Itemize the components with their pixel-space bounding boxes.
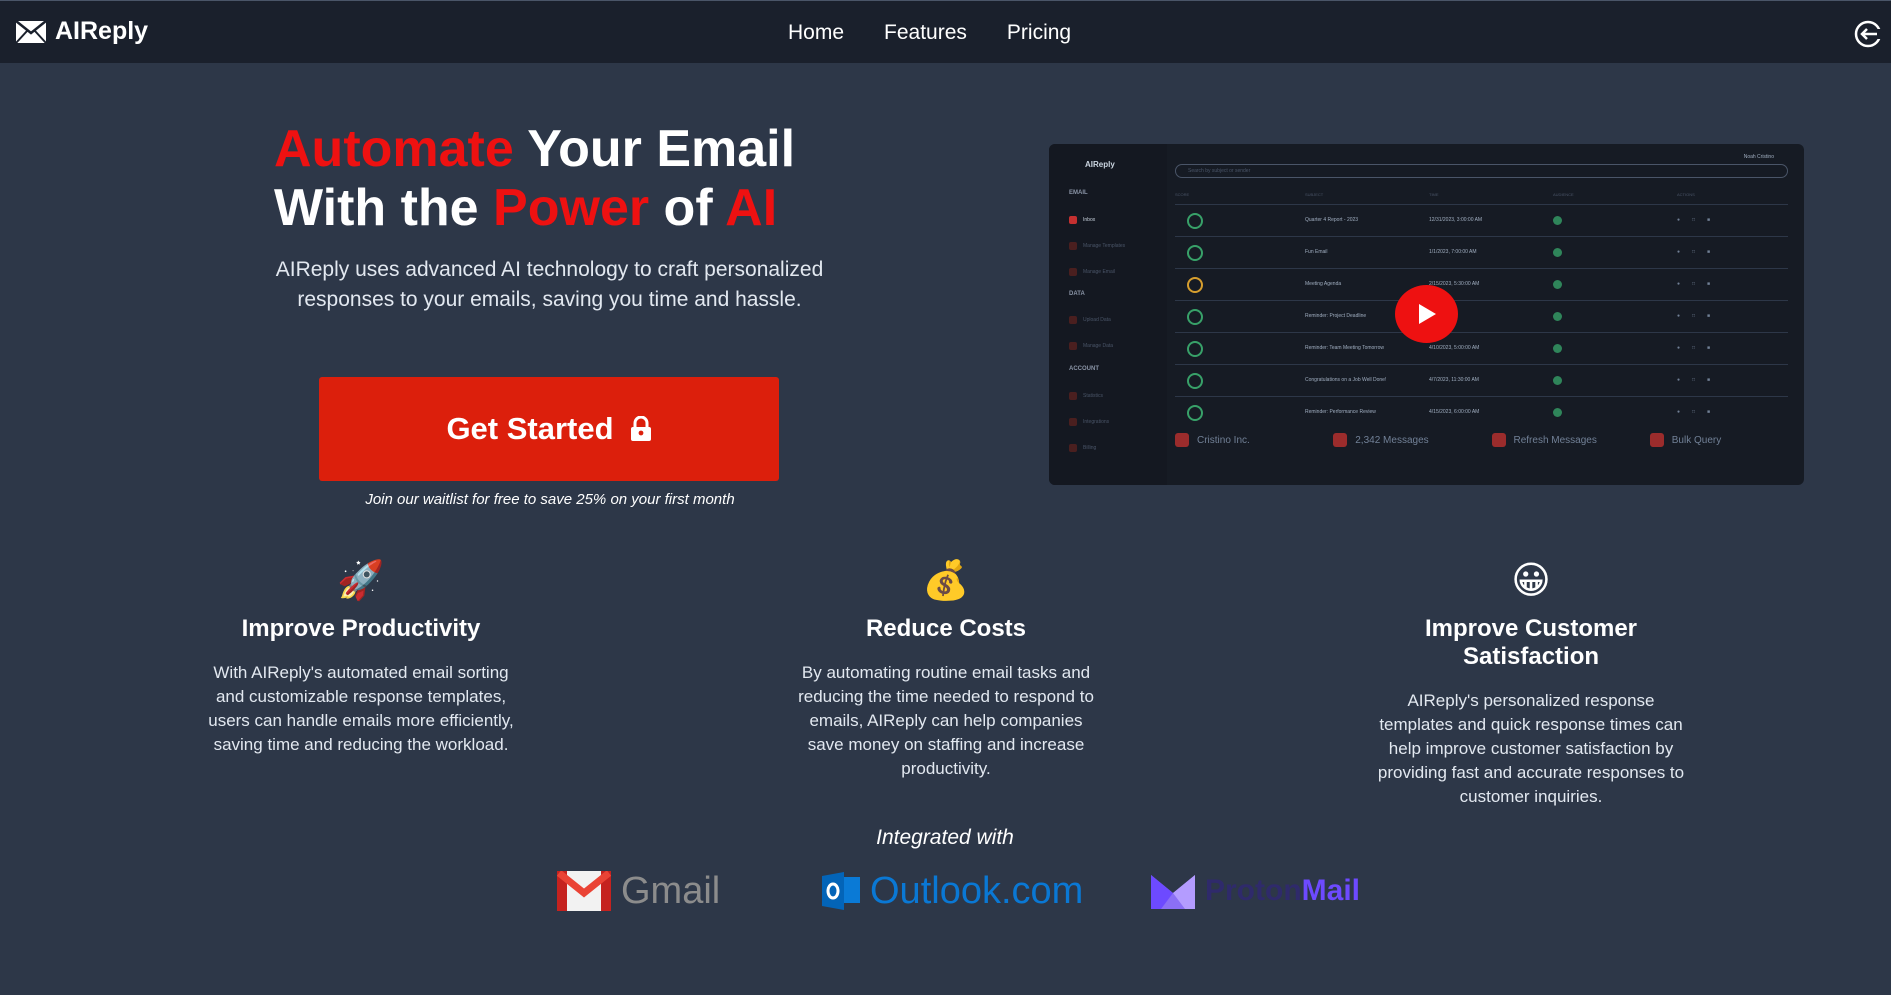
- preview-item-templates: Manage Templates: [1069, 242, 1125, 250]
- play-button[interactable]: [1395, 285, 1458, 343]
- preview-footer-messages: 2,342 Messages: [1333, 430, 1471, 450]
- integration-logos: Gmail Outlook.com ProtonMail: [0, 866, 1891, 916]
- preview-section-data: DATA: [1069, 291, 1085, 297]
- hero-title: Automate Your Email With the Power of AI: [274, 120, 874, 238]
- feature-text: AIReply's personalized response template…: [1377, 691, 1685, 806]
- hero-title-power: Power: [493, 179, 650, 237]
- preview-item-manage-email: Manage Email: [1069, 268, 1115, 276]
- nav-link-home[interactable]: Home: [788, 21, 844, 45]
- preview-item-upload-data: Upload Data: [1069, 316, 1111, 324]
- hero-title-automate: Automate: [274, 120, 514, 178]
- waitlist-note: Join our waitlist for free to save 25% o…: [365, 491, 735, 508]
- protonmail-icon: [1151, 875, 1195, 909]
- lock-icon: [630, 416, 651, 441]
- protonmail-logo: ProtonMail: [1151, 866, 1360, 916]
- play-icon: [1418, 304, 1436, 324]
- nav-links: Home Features Pricing: [788, 1, 1071, 64]
- get-started-button[interactable]: Get Started: [319, 377, 779, 481]
- hero-title-ai: AI: [725, 179, 778, 237]
- preview-item-manage-data: Manage Data: [1069, 342, 1113, 350]
- top-navbar: AIReply Home Features Pricing: [0, 0, 1891, 63]
- brand-name: AIReply: [55, 17, 149, 45]
- integrations-label: Integrated with: [876, 826, 1014, 849]
- feature-title: Improve Customer Satisfaction: [1424, 615, 1638, 670]
- preview-email-row: Congratulations on a Job Well Done! 4/7/2…: [1175, 364, 1788, 395]
- preview-sidebar: AIReply EMAIL Inbox Manage Templates Man…: [1049, 144, 1167, 485]
- gmail-logo: Gmail: [557, 866, 720, 916]
- preview-section-account: ACCOUNT: [1069, 366, 1099, 372]
- preview-footer-company: Cristino Inc.: [1175, 430, 1313, 450]
- preview-email-row: Fun Email 1/1/2023, 7:00:00 AM ●□■: [1175, 236, 1788, 267]
- outlook-logo: Outlook.com: [822, 866, 1083, 916]
- preview-footer-refresh: Refresh Messages: [1491, 430, 1630, 450]
- feature-title: Improve Productivity: [241, 615, 481, 642]
- brand-logo[interactable]: AIReply: [15, 17, 148, 46]
- protonmail-wordmark: ProtonMail: [1205, 874, 1361, 907]
- gmail-icon: [557, 871, 611, 911]
- logout-icon[interactable]: [1853, 19, 1883, 49]
- preview-item-billing: Billing: [1069, 444, 1096, 452]
- nav-link-pricing[interactable]: Pricing: [1007, 21, 1071, 45]
- preview-email-row: Reminder: Project Deadline12:00:00 PM●□■: [1175, 300, 1788, 331]
- get-started-label: Get Started: [446, 411, 614, 446]
- feature-satisfaction: 😀 Improve Customer Satisfaction AIReply'…: [1361, 557, 1701, 809]
- preview-footer: Cristino Inc. 2,342 Messages Refresh Mes…: [1175, 430, 1788, 450]
- preview-footer-bulk-query: Bulk Query: [1649, 430, 1788, 450]
- preview-search: Search by subject or sender: [1175, 164, 1788, 178]
- preview-brand: AIReply: [1085, 160, 1115, 169]
- feature-text: By automating routine email tasks and re…: [798, 663, 1094, 778]
- preview-email-row: Meeting Agenda 2/15/2023, 5:30:00 AM ●□■: [1175, 268, 1788, 299]
- outlook-wordmark: Outlook.com: [870, 870, 1084, 912]
- preview-username: Noah Cristino: [1743, 154, 1774, 160]
- money-bag-icon: 💰: [922, 558, 970, 602]
- hero-title-your-email: Your Email: [513, 120, 796, 178]
- rocket-icon: 🚀: [337, 558, 385, 602]
- preview-item-statistics: Statistics: [1069, 392, 1103, 400]
- preview-email-row: Reminder: Team Meeting Tomorrow 4/10/2023…: [1175, 332, 1788, 363]
- nav-link-features[interactable]: Features: [884, 21, 967, 45]
- envelope-icon: [15, 19, 47, 44]
- preview-section-email: EMAIL: [1069, 190, 1088, 196]
- demo-video[interactable]: AIReply EMAIL Inbox Manage Templates Man…: [1049, 144, 1804, 485]
- hero-description: AIReply uses advanced AI technology to c…: [275, 258, 824, 311]
- preview-email-row: Quarter 4 Report - 2023 12/31/2023, 3:00:…: [1175, 204, 1788, 235]
- preview-item-integrations: Integrations: [1069, 418, 1109, 426]
- hero-title-of: of: [649, 179, 726, 237]
- preview-email-row: Reminder: Performance Review 4/15/2023, 6…: [1175, 396, 1788, 427]
- feature-productivity: 🚀 Improve Productivity With AIReply's au…: [191, 557, 531, 757]
- feature-title: Reduce Costs: [865, 615, 1027, 642]
- feature-text: With AIReply's automated email sorting a…: [208, 663, 514, 754]
- preview-table-header: SCORE SUBJECT TIME AUDIENCE ACTIONS: [1175, 192, 1695, 197]
- smile-icon: 😀: [1511, 558, 1551, 602]
- outlook-icon: [822, 872, 860, 910]
- preview-item-inbox: Inbox: [1069, 216, 1095, 224]
- feature-costs: 💰 Reduce Costs By automating routine ema…: [776, 557, 1116, 781]
- hero-title-with-the: With the: [274, 179, 494, 237]
- gmail-wordmark: Gmail: [621, 870, 721, 912]
